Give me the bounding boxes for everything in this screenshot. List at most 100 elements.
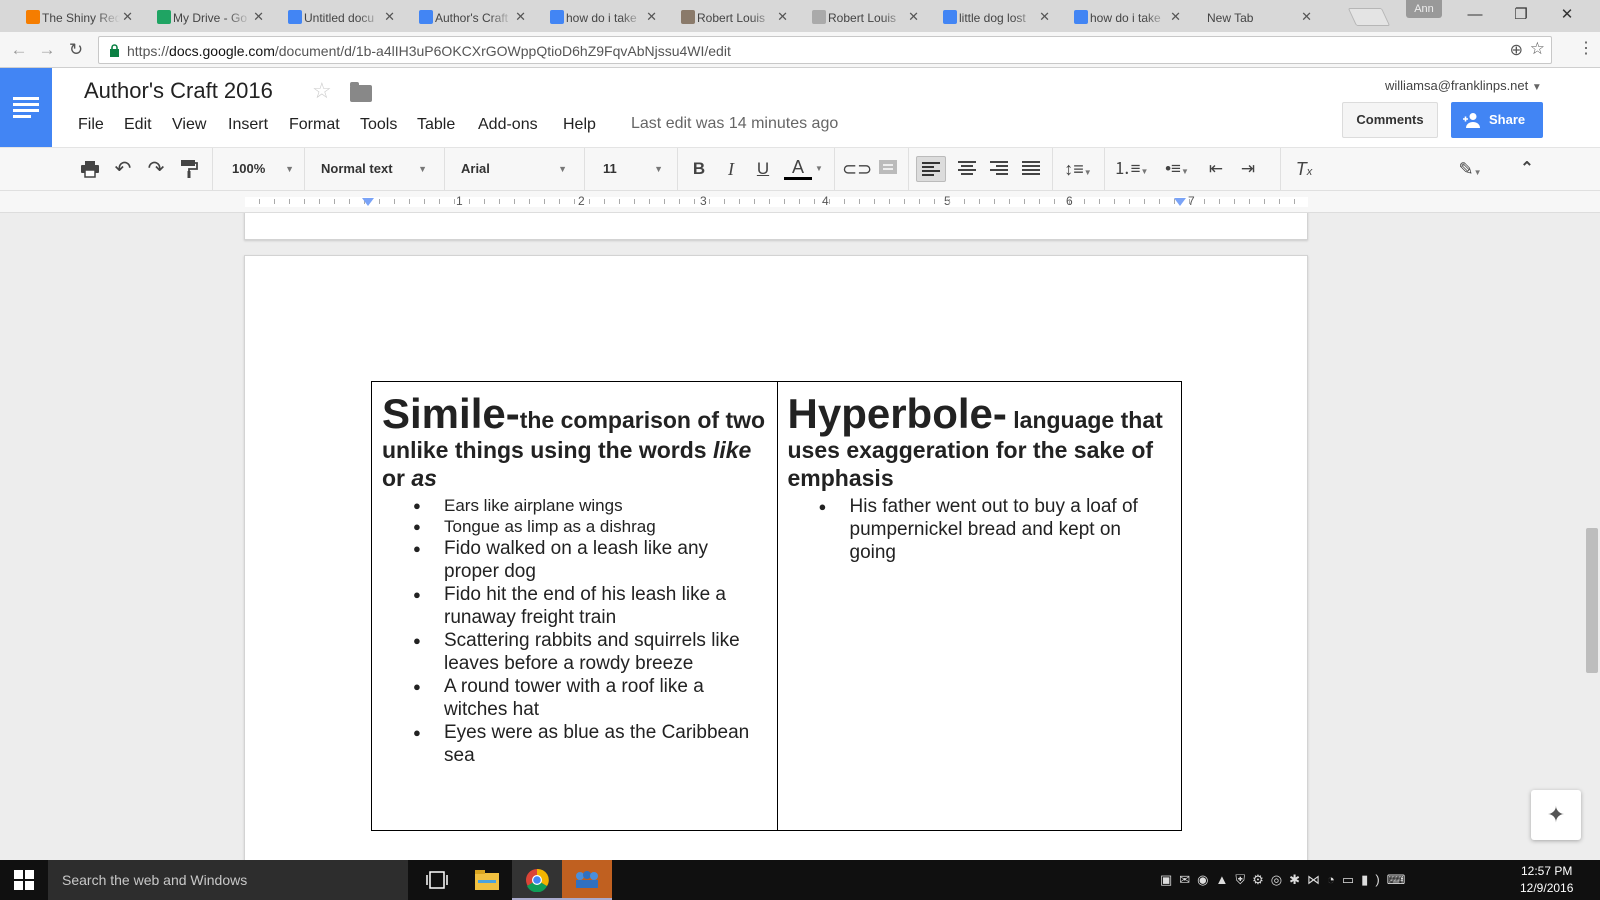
vocabulary-table[interactable]: Simile-the comparison of two unlike thin… — [371, 381, 1182, 831]
clear-formatting-icon[interactable]: Tx — [1292, 156, 1316, 182]
align-right-icon[interactable] — [986, 156, 1012, 182]
browser-tab[interactable]: Author's Craft ✕ — [407, 3, 538, 32]
comment-icon[interactable] — [876, 156, 900, 182]
browser-tab[interactable]: Robert Louis ✕ — [800, 3, 931, 32]
menu-table[interactable]: Table — [417, 116, 455, 134]
star-icon[interactable]: ☆ — [312, 78, 332, 104]
vertical-scrollbar[interactable] — [1586, 528, 1598, 673]
restore-icon[interactable]: ❐ — [1498, 0, 1544, 30]
browser-tab[interactable]: The Shiny Red ✕ — [14, 3, 145, 32]
share-button[interactable]: Share — [1451, 102, 1543, 138]
font-select[interactable]: Arial ▼ — [461, 156, 567, 182]
browser-tab[interactable]: little dog lost ✕ — [931, 3, 1062, 32]
page-current[interactable]: Simile-the comparison of two unlike thin… — [244, 255, 1308, 860]
tab-close-icon[interactable]: ✕ — [1170, 9, 1181, 25]
profile-badge[interactable]: Ann — [1406, 0, 1442, 18]
right-indent-marker-icon[interactable] — [1174, 198, 1186, 206]
system-tray[interactable]: ▣✉◉▲⛨⚙◎✱⋈◔▭▮)⌨ — [1160, 872, 1412, 888]
menu-addons[interactable]: Add-ons — [478, 116, 538, 134]
left-indent-marker-icon[interactable] — [362, 198, 374, 206]
paragraph-style-select[interactable]: Normal text ▼ — [321, 156, 427, 182]
tab-close-icon[interactable]: ✕ — [1301, 9, 1312, 25]
document-canvas: Simile-the comparison of two unlike thin… — [0, 213, 1600, 860]
zoom-select[interactable]: 100% ▼ — [232, 156, 294, 182]
new-tab-button[interactable] — [1347, 8, 1391, 26]
ruler-tick — [919, 199, 920, 204]
bookmark-star-icon[interactable]: ☆ — [1530, 39, 1545, 59]
tab-close-icon[interactable]: ✕ — [646, 9, 657, 25]
explore-icon[interactable]: ✦ — [1531, 790, 1581, 840]
table-cell-hyperbole[interactable]: Hyperbole- language that uses exaggerati… — [776, 382, 1182, 830]
browser-tab[interactable]: My Drive - Go ✕ — [145, 3, 276, 32]
numbered-list-icon[interactable]: ⒈≡▼ — [1112, 156, 1150, 182]
smart-notebook-icon[interactable] — [562, 860, 612, 900]
increase-indent-icon[interactable]: ⇥ — [1236, 156, 1260, 182]
decrease-indent-icon[interactable]: ⇤ — [1204, 156, 1228, 182]
docs-home-icon[interactable] — [0, 68, 52, 147]
align-left-icon[interactable] — [916, 156, 946, 182]
last-edit-link[interactable]: Last edit was 14 minutes ago — [631, 115, 838, 133]
paint-format-icon[interactable] — [177, 156, 201, 182]
text-color-icon[interactable]: A — [784, 156, 812, 180]
taskbar-search-input[interactable]: Search the web and Windows — [48, 860, 408, 900]
browser-tab[interactable]: New Tab ✕ — [1193, 3, 1324, 32]
underline-icon[interactable]: U — [752, 156, 774, 182]
menu-edit[interactable]: Edit — [124, 116, 152, 134]
windows-start-icon[interactable] — [0, 860, 48, 900]
term-simile: Simile- — [382, 390, 520, 437]
collapse-menus-icon[interactable]: ⌃ — [1515, 156, 1539, 182]
ruler-tick — [1084, 199, 1085, 204]
line-spacing-icon[interactable]: ↕≡▼ — [1060, 156, 1096, 182]
tab-close-icon[interactable]: ✕ — [908, 9, 919, 25]
zoom-icon[interactable]: ⊕ — [1510, 40, 1523, 60]
browser-tab-label: little dog lost — [959, 10, 1026, 25]
browser-tab[interactable]: how do i take ✕ — [1062, 3, 1193, 32]
bulleted-list-icon[interactable]: •≡▼ — [1158, 156, 1196, 182]
document-title[interactable]: Author's Craft 2016 — [84, 78, 273, 104]
align-center-icon[interactable] — [954, 156, 980, 182]
window-close-icon[interactable]: ✕ — [1544, 0, 1590, 30]
menu-help[interactable]: Help — [563, 116, 596, 134]
tab-close-icon[interactable]: ✕ — [384, 9, 395, 25]
chrome-icon[interactable] — [512, 860, 562, 900]
align-justify-icon[interactable] — [1018, 156, 1044, 182]
link-icon[interactable]: ⊂⊃ — [842, 156, 872, 182]
folder-icon[interactable] — [350, 82, 372, 102]
comments-button[interactable]: Comments — [1342, 102, 1438, 138]
redo-icon[interactable]: ↷ — [144, 156, 168, 182]
ruler-tick — [1099, 199, 1100, 204]
menu-file[interactable]: File — [78, 116, 104, 134]
print-icon[interactable] — [78, 156, 102, 182]
minimize-icon[interactable]: — — [1452, 0, 1498, 30]
forward-icon[interactable]: → — [36, 38, 58, 62]
tab-close-icon[interactable]: ✕ — [777, 9, 788, 25]
chrome-menu-icon[interactable]: ⋮ — [1578, 38, 1594, 58]
back-icon[interactable]: ← — [8, 38, 30, 62]
menu-tools[interactable]: Tools — [360, 116, 397, 134]
font-size-select[interactable]: 11 ▼ — [603, 156, 663, 182]
tab-close-icon[interactable]: ✕ — [1039, 9, 1050, 25]
tab-close-icon[interactable]: ✕ — [515, 9, 526, 25]
task-view-icon[interactable] — [412, 860, 462, 900]
table-cell-simile[interactable]: Simile-the comparison of two unlike thin… — [372, 382, 777, 830]
tab-close-icon[interactable]: ✕ — [122, 9, 133, 25]
undo-icon[interactable]: ↶ — [111, 156, 135, 182]
menu-insert[interactable]: Insert — [228, 116, 268, 134]
menu-view[interactable]: View — [172, 116, 206, 134]
bold-icon[interactable]: B — [688, 156, 710, 182]
browser-tab[interactable]: Untitled docu ✕ — [276, 3, 407, 32]
address-bar[interactable]: https://docs.google.com/document/d/1b-a4… — [98, 36, 1552, 64]
ruler-tick — [769, 199, 770, 204]
italic-icon[interactable]: I — [720, 156, 742, 182]
ruler-tick — [739, 199, 740, 204]
account-email[interactable]: williamsa@franklinps.net ▼ — [1385, 78, 1542, 93]
menu-format[interactable]: Format — [289, 116, 340, 134]
browser-tab[interactable]: Robert Louis ✕ — [669, 3, 800, 32]
file-explorer-icon[interactable] — [462, 860, 512, 900]
editing-mode-pencil-icon[interactable]: ✎▼ — [1452, 156, 1488, 182]
reload-icon[interactable]: ↻ — [65, 38, 87, 62]
tab-close-icon[interactable]: ✕ — [253, 9, 264, 25]
browser-tab[interactable]: how do i take ✕ — [538, 3, 669, 32]
taskbar-clock[interactable]: 12:57 PM 12/9/2016 — [1520, 863, 1573, 897]
chevron-down-icon[interactable]: ▼ — [814, 156, 824, 182]
